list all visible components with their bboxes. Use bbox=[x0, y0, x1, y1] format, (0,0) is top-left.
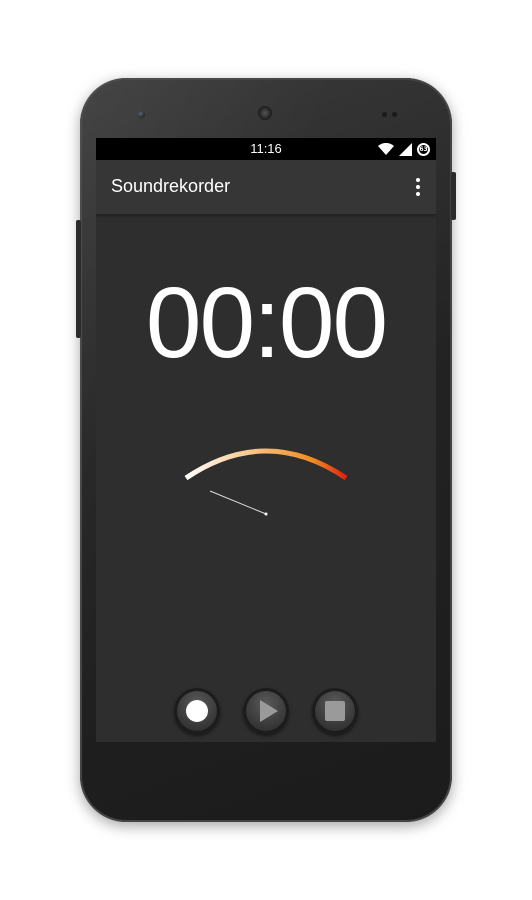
stop-button[interactable] bbox=[312, 688, 358, 734]
signal-icon bbox=[399, 142, 412, 156]
menu-dot bbox=[416, 185, 420, 189]
wifi-icon bbox=[378, 143, 394, 155]
meter-pivot bbox=[264, 512, 268, 516]
elapsed-time: 00:00 bbox=[145, 267, 388, 379]
play-icon bbox=[259, 700, 278, 722]
play-button[interactable] bbox=[243, 688, 289, 734]
stop-icon bbox=[325, 701, 345, 721]
menu-dot bbox=[416, 192, 420, 196]
power-button bbox=[451, 172, 456, 220]
meter-needle bbox=[209, 490, 267, 515]
record-button[interactable] bbox=[174, 688, 220, 734]
battery-icon: 63 bbox=[417, 142, 430, 156]
front-camera bbox=[138, 111, 145, 118]
meter-scale-arc bbox=[184, 448, 348, 481]
app-screen: 11:16 63 Soundrekorder 00:00 bbox=[96, 138, 436, 742]
record-icon bbox=[186, 700, 208, 722]
status-icons: 63 bbox=[378, 141, 430, 157]
playback-controls bbox=[96, 688, 436, 738]
proximity-sensor bbox=[382, 112, 387, 117]
level-meter bbox=[184, 448, 348, 516]
more-vert-icon[interactable] bbox=[410, 172, 426, 202]
app-bar: Soundrekorder bbox=[96, 160, 436, 214]
status-bar: 11:16 63 bbox=[96, 138, 436, 160]
volume-rocker bbox=[76, 220, 81, 338]
light-sensor bbox=[392, 112, 397, 117]
earpiece-speaker bbox=[258, 106, 272, 120]
app-title: Soundrekorder bbox=[111, 176, 231, 196]
battery-level: 63 bbox=[419, 145, 428, 153]
menu-dot bbox=[416, 178, 420, 182]
